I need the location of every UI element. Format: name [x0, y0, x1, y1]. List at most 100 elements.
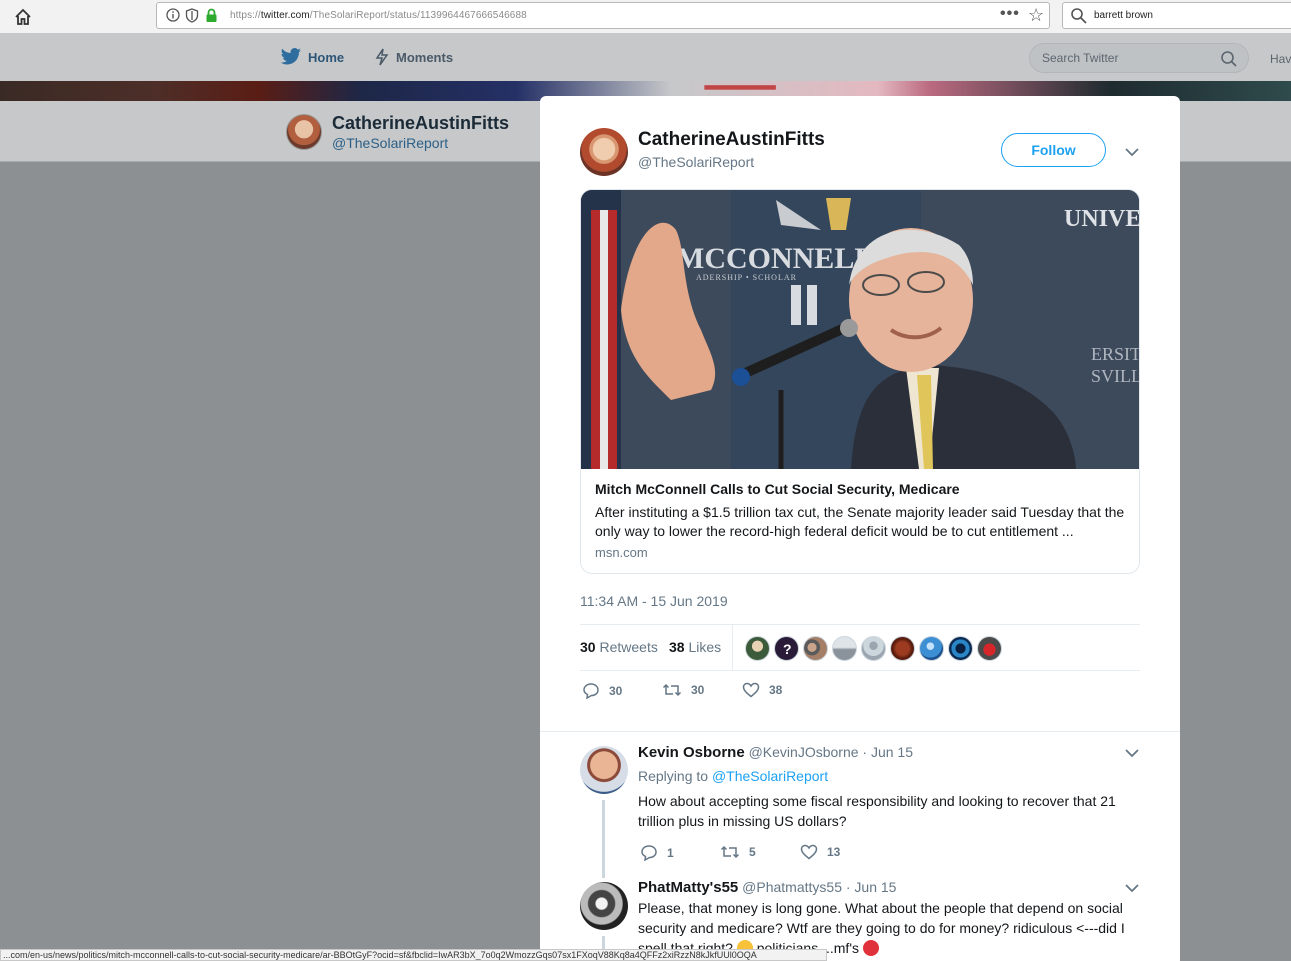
card-image[interactable]: MCCONNELL ADERSHIP • SCHOLAR UNIVER ERSI… — [581, 190, 1139, 469]
nav-have-account-text[interactable]: Hav — [1270, 52, 1291, 66]
tweet-timestamp[interactable]: 11:34 AM - 15 Jun 2019 — [580, 593, 728, 609]
image-text-ersity: ERSITY — [1091, 344, 1139, 364]
twitter-search-input[interactable]: Search Twitter — [1029, 43, 1249, 73]
reply-date[interactable]: · Jun 15 — [846, 879, 897, 895]
tweet-actions: 30 30 38 — [580, 682, 1140, 712]
image-text-leadership: ADERSHIP • SCHOLAR — [696, 273, 797, 282]
search-icon[interactable] — [1220, 50, 1238, 73]
retweets-stat[interactable]: 30 Retweets — [580, 639, 658, 655]
browser-toolbar: https://twitter.com/TheSolariReport/stat… — [0, 0, 1291, 34]
link-card[interactable]: MCCONNELL ADERSHIP • SCHOLAR UNIVER ERSI… — [580, 189, 1140, 574]
search-icon — [1070, 7, 1088, 30]
avatar[interactable] — [580, 746, 628, 794]
liker-avatar[interactable] — [919, 636, 944, 661]
like-count: 13 — [827, 845, 841, 859]
likes-stat[interactable]: 38 Likes — [669, 639, 721, 655]
reply-header: Kevin Osborne @KevinJOsborne · Jun 15 — [638, 744, 913, 761]
tweet-author-name[interactable]: CatherineAustinFitts — [638, 129, 825, 151]
retweet-button[interactable]: 5 — [720, 844, 756, 860]
like-button[interactable]: 38 — [742, 682, 782, 698]
profile-handle[interactable]: @TheSolariReport — [332, 135, 448, 151]
image-text-mcconnell: MCCONNELL — [676, 242, 874, 275]
reply-date[interactable]: · Jun 15 — [862, 744, 913, 760]
replying-to-prefix: Replying to — [638, 768, 709, 784]
chevron-down-icon[interactable] — [1124, 880, 1140, 896]
nav-home[interactable]: Home — [280, 48, 344, 66]
url-text[interactable]: https://twitter.com/TheSolariReport/stat… — [230, 10, 527, 21]
likes-label: Likes — [688, 639, 722, 655]
reply-text-part1: Please, that money is long gone. What ab… — [638, 900, 1125, 956]
tweet-modal: CatherineAustinFitts @TheSolariReport Fo… — [540, 96, 1180, 961]
avatar[interactable] — [286, 114, 322, 150]
address-bar[interactable]: https://twitter.com/TheSolariReport/stat… — [156, 2, 1050, 29]
liker-avatar[interactable] — [803, 636, 828, 661]
info-icon[interactable] — [166, 8, 180, 27]
reply-author-handle[interactable]: @KevinJOsborne — [749, 744, 859, 760]
chevron-down-icon[interactable] — [1124, 745, 1140, 761]
svg-text:?: ? — [783, 641, 792, 657]
reply-text: How about accepting some fiscal responsi… — [638, 793, 1116, 829]
twitter-bird-icon — [280, 48, 301, 65]
liker-avatar[interactable] — [832, 636, 857, 661]
tweet-author-handle[interactable]: @TheSolariReport — [638, 154, 754, 170]
retweet-count: 30 — [691, 683, 705, 697]
follow-button[interactable]: Follow — [1001, 133, 1106, 167]
retweets-count: 30 — [580, 639, 596, 655]
liker-avatar[interactable] — [745, 636, 770, 661]
nav-home-label: Home — [308, 49, 345, 65]
browser-search-query: barrett brown — [1094, 10, 1153, 21]
avatar[interactable] — [580, 882, 628, 930]
card-image-illustration: MCCONNELL ADERSHIP • SCHOLAR UNIVER ERSI… — [581, 190, 1139, 469]
reply-count: 1 — [667, 845, 674, 860]
liker-avatar[interactable]: ? — [774, 636, 799, 661]
reply-button[interactable]: 30 — [582, 682, 622, 699]
twitter-search-placeholder: Search Twitter — [1042, 51, 1119, 65]
tweet-stats: 30 Retweets 38 Likes ? — [580, 624, 1140, 671]
reply-icon — [641, 845, 657, 861]
replying-to-link[interactable]: @TheSolariReport — [712, 768, 828, 784]
image-text-university: UNIVER — [1064, 206, 1139, 232]
card-domain: msn.com — [595, 545, 648, 560]
page-actions-menu-icon[interactable]: ••• — [1000, 5, 1020, 23]
reply-icon — [583, 683, 599, 699]
bookmark-star-icon[interactable]: ☆ — [1028, 5, 1044, 26]
reply-header: PhatMatty's55 @Phatmattys55 · Jun 15 — [638, 879, 896, 896]
twitter-top-nav: Home Moments Search Twitter Hav — [0, 34, 1291, 81]
like-count: 38 — [769, 683, 783, 697]
reply-button[interactable]: 1 — [640, 844, 674, 861]
likes-count: 38 — [669, 639, 685, 655]
liker-avatar[interactable] — [890, 636, 915, 661]
browser-search-field[interactable]: barrett brown — [1062, 2, 1291, 29]
profile-name[interactable]: CatherineAustinFitts — [332, 113, 509, 134]
chevron-down-icon[interactable] — [1124, 144, 1140, 160]
retweet-icon — [720, 845, 740, 859]
lock-icon[interactable] — [205, 8, 218, 28]
lightning-icon — [375, 48, 389, 66]
heart-icon — [800, 844, 818, 860]
reply-tweet[interactable]: Kevin Osborne @KevinJOsborne · Jun 15 Re… — [540, 731, 1180, 878]
tracking-shield-icon[interactable] — [185, 8, 199, 28]
liker-avatar[interactable] — [861, 636, 886, 661]
reply-author-handle[interactable]: @Phatmattys55 — [742, 879, 842, 895]
angry-face-emoji-icon — [862, 940, 879, 956]
card-description: After instituting a $1.5 trillion tax cu… — [595, 504, 1125, 539]
like-button[interactable]: 13 — [800, 844, 840, 860]
nav-moments[interactable]: Moments — [374, 48, 453, 66]
card-title[interactable]: Mitch McConnell Calls to Cut Social Secu… — [595, 481, 960, 497]
retweet-icon — [662, 683, 682, 697]
liker-avatar[interactable] — [977, 636, 1002, 661]
stats-divider — [732, 625, 733, 670]
reply-actions: 1 5 13 — [638, 844, 938, 864]
image-text-sville: SVILLE — [1091, 366, 1139, 386]
reply-author-name[interactable]: PhatMatty's55 — [638, 879, 738, 896]
retweets-label: Retweets — [599, 639, 658, 655]
retweet-button[interactable]: 30 — [662, 682, 704, 698]
home-icon[interactable] — [10, 4, 36, 30]
nav-moments-label: Moments — [396, 49, 454, 65]
liker-avatar[interactable] — [948, 636, 973, 661]
reply-tweet[interactable]: PhatMatty's55 @Phatmattys55 · Jun 15 Ple… — [540, 866, 1180, 961]
replying-to: Replying to @TheSolariReport — [638, 768, 828, 784]
reply-author-name[interactable]: Kevin Osborne — [638, 744, 745, 761]
avatar[interactable] — [580, 128, 628, 176]
retweet-count: 5 — [749, 845, 756, 859]
